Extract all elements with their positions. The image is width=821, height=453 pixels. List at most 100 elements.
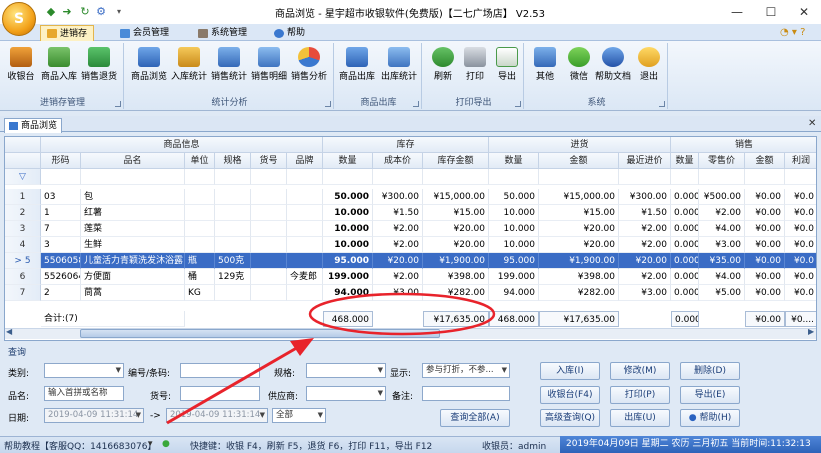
- sales-stats-button[interactable]: 销售统计: [210, 45, 248, 89]
- row-number[interactable]: 1: [5, 189, 41, 205]
- wechat-button[interactable]: 微信: [560, 45, 598, 89]
- table-cell[interactable]: 10.000: [489, 205, 539, 221]
- table-cell[interactable]: ¥2.00: [619, 237, 671, 253]
- table-cell[interactable]: 茼蒿: [81, 285, 185, 301]
- table-cell[interactable]: 桶: [185, 269, 215, 285]
- table-cell[interactable]: 0.000: [671, 237, 699, 253]
- table-cell[interactable]: 129克: [215, 269, 251, 285]
- tab-system[interactable]: 系统管理: [192, 25, 253, 41]
- filter-cell[interactable]: [671, 169, 699, 185]
- table-cell[interactable]: ¥1,900.00: [539, 253, 619, 269]
- table-cell[interactable]: ¥0.00: [745, 205, 785, 221]
- table-cell[interactable]: ¥1,900.00: [423, 253, 489, 269]
- table-cell[interactable]: ¥0.0: [785, 205, 816, 221]
- sales-analysis-button[interactable]: 销售分析: [290, 45, 328, 89]
- advanced-query-button[interactable]: 高级查询(Q): [540, 409, 600, 427]
- group-expand-icon[interactable]: [325, 101, 331, 107]
- close-icon[interactable]: ✕: [808, 118, 816, 129]
- table-cell[interactable]: ¥282.00: [539, 285, 619, 301]
- table-cell[interactable]: ¥0.00: [745, 285, 785, 301]
- table-cell[interactable]: [215, 205, 251, 221]
- table-cell[interactable]: ¥20.00: [423, 237, 489, 253]
- table-cell[interactable]: [251, 221, 287, 237]
- table-cell[interactable]: ¥0.0: [785, 237, 816, 253]
- date-from-input[interactable]: 2019-04-09 11:31:14 ▼: [44, 408, 144, 423]
- scroll-right-icon[interactable]: ▶: [808, 327, 814, 336]
- date-range-combo[interactable]: 全部 ▼: [272, 408, 326, 423]
- table-cell[interactable]: [215, 221, 251, 237]
- table-cell[interactable]: 1: [41, 205, 81, 221]
- scrollbar-thumb[interactable]: [80, 329, 440, 338]
- table-cell[interactable]: [287, 285, 323, 301]
- back-arrow-icon[interactable]: ◆: [44, 5, 58, 19]
- date-to-input[interactable]: 2019-04-09 11:31:14 ▼: [166, 408, 268, 423]
- row-number[interactable]: 3: [5, 221, 41, 237]
- export-button[interactable]: 导出: [488, 45, 526, 89]
- itemno-input[interactable]: [180, 386, 260, 401]
- sales-return-button[interactable]: 销售退货: [80, 45, 118, 89]
- table-cell[interactable]: [185, 221, 215, 237]
- table-cell[interactable]: [185, 189, 215, 205]
- table-cell[interactable]: ¥5.00: [699, 285, 745, 301]
- table-cell[interactable]: 0.000: [671, 205, 699, 221]
- filter-cell[interactable]: [185, 169, 215, 185]
- stock-in-button[interactable]: 商品入库: [40, 45, 78, 89]
- name-input[interactable]: 输入首拼或名称: [44, 386, 124, 401]
- table-cell[interactable]: ¥3.00: [619, 285, 671, 301]
- filter-cell[interactable]: [287, 169, 323, 185]
- table-cell[interactable]: ¥4.00: [699, 221, 745, 237]
- table-cell[interactable]: 瓶: [185, 253, 215, 269]
- table-cell[interactable]: 10.000: [323, 205, 373, 221]
- table-cell[interactable]: ¥3.00: [373, 285, 423, 301]
- table-cell[interactable]: ¥3.00: [699, 237, 745, 253]
- refresh-icon[interactable]: ↻: [78, 5, 92, 19]
- filter-cell[interactable]: [215, 169, 251, 185]
- table-cell[interactable]: ¥15.00: [539, 205, 619, 221]
- stock-out-button[interactable]: 商品出库: [338, 45, 376, 89]
- filter-cell[interactable]: [423, 169, 489, 185]
- table-cell[interactable]: [287, 205, 323, 221]
- table-cell[interactable]: ¥398.00: [539, 269, 619, 285]
- table-cell[interactable]: ¥0.00: [745, 269, 785, 285]
- scroll-left-icon[interactable]: ◀: [6, 327, 12, 336]
- table-cell[interactable]: 50.000: [489, 189, 539, 205]
- table-cell[interactable]: [287, 237, 323, 253]
- table-cell[interactable]: 0.000: [671, 221, 699, 237]
- table-cell[interactable]: ¥282.00: [423, 285, 489, 301]
- table-cell[interactable]: 5526064: [41, 269, 81, 285]
- query-all-button[interactable]: 查询全部(A): [440, 409, 510, 427]
- table-cell[interactable]: ¥2.00: [373, 237, 423, 253]
- table-cell[interactable]: [185, 205, 215, 221]
- category-combo[interactable]: ▼: [44, 363, 124, 378]
- table-cell[interactable]: ¥0.00: [745, 221, 785, 237]
- table-cell[interactable]: KG: [185, 285, 215, 301]
- table-cell[interactable]: ¥20.00: [539, 221, 619, 237]
- group-expand-icon[interactable]: [115, 101, 121, 107]
- table-cell[interactable]: [215, 237, 251, 253]
- table-cell[interactable]: 0.000: [671, 253, 699, 269]
- tab-inventory[interactable]: 进销存: [40, 25, 95, 41]
- table-cell[interactable]: 10.000: [323, 237, 373, 253]
- table-cell[interactable]: ¥0.0: [785, 269, 816, 285]
- print-p-button[interactable]: 打印(P): [610, 386, 670, 404]
- table-cell[interactable]: 10.000: [489, 237, 539, 253]
- help-h-button[interactable]: ● 帮助(H): [680, 409, 740, 427]
- row-number[interactable]: > 5: [5, 253, 41, 269]
- row-number[interactable]: 7: [5, 285, 41, 301]
- table-cell[interactable]: ¥300.00: [619, 189, 671, 205]
- table-cell[interactable]: ¥500.00: [699, 189, 745, 205]
- table-cell[interactable]: 今麦郎: [287, 269, 323, 285]
- table-cell[interactable]: [215, 285, 251, 301]
- table-cell[interactable]: 500克: [215, 253, 251, 269]
- filter-cell[interactable]: [81, 169, 185, 185]
- table-cell[interactable]: [287, 189, 323, 205]
- group-expand-icon[interactable]: [659, 101, 665, 107]
- table-cell[interactable]: ¥1.50: [619, 205, 671, 221]
- inbound-button[interactable]: 入库(I): [540, 362, 600, 380]
- table-cell[interactable]: 0.000: [671, 285, 699, 301]
- table-cell[interactable]: 莲菜: [81, 221, 185, 237]
- filter-cell[interactable]: [619, 169, 671, 185]
- table-cell[interactable]: 95.000: [323, 253, 373, 269]
- table-cell[interactable]: [251, 253, 287, 269]
- close-button[interactable]: ✕: [790, 2, 818, 22]
